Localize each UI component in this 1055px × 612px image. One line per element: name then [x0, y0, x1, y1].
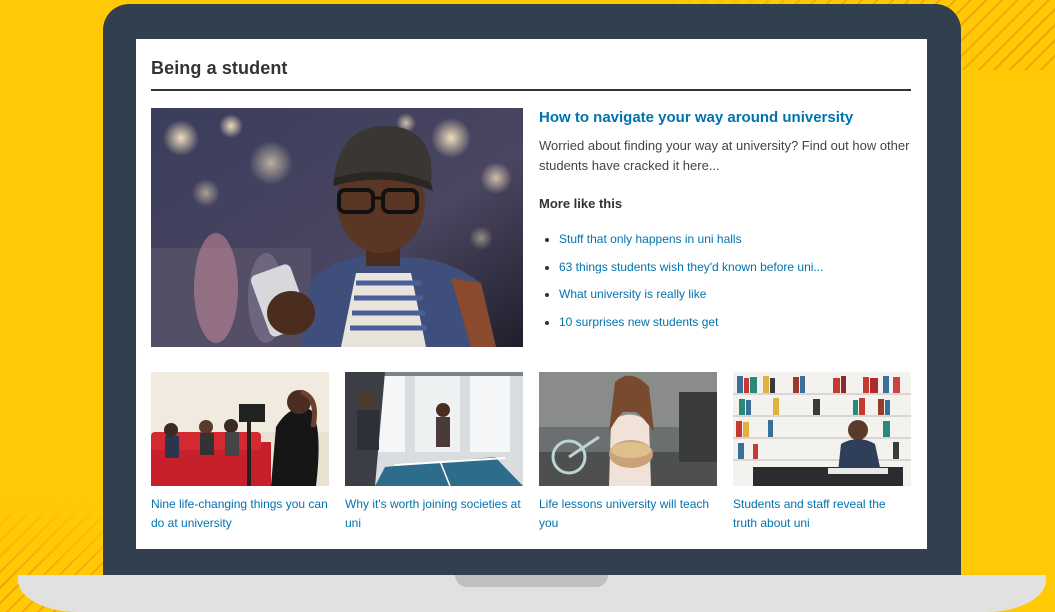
card-caption[interactable]: Why it's worth joining societies at uni: [345, 495, 523, 533]
more-link-10-surprises[interactable]: 10 surprises new students get: [539, 314, 911, 331]
section-divider: [151, 89, 911, 91]
card-image-student-eating[interactable]: [539, 372, 717, 486]
more-link-university-really-like[interactable]: What university is really like: [539, 286, 911, 303]
section-title: Being a student: [151, 58, 288, 78]
card-image-ping-pong[interactable]: [345, 372, 523, 486]
card-caption[interactable]: Students and staff reveal the truth abou…: [733, 495, 911, 533]
laptop-notch: [455, 575, 608, 587]
card-image-film-set[interactable]: [151, 372, 329, 486]
hero-article-description: Worried about finding your way at univer…: [539, 138, 910, 173]
article-card[interactable]: Students and staff reveal the truth abou…: [733, 372, 911, 533]
hero-article-title-link[interactable]: How to navigate your way around universi…: [539, 108, 911, 128]
more-like-this-heading: More like this: [539, 196, 623, 211]
more-link-uni-halls[interactable]: Stuff that only happens in uni halls: [539, 231, 911, 248]
more-link-63-things[interactable]: 63 things students wish they'd known bef…: [539, 259, 911, 276]
card-image-library[interactable]: [733, 372, 911, 486]
article-card[interactable]: Nine life-changing things you can do at …: [151, 372, 329, 533]
more-like-this-list: Stuff that only happens in uni halls 63 …: [539, 231, 911, 331]
article-card[interactable]: Life lessons university will teach you: [539, 372, 717, 533]
card-caption[interactable]: Nine life-changing things you can do at …: [151, 495, 329, 533]
hero-image-student-phone[interactable]: [151, 108, 523, 347]
article-card[interactable]: Why it's worth joining societies at uni: [345, 372, 523, 533]
card-caption[interactable]: Life lessons university will teach you: [539, 495, 717, 533]
hero-article: How to navigate your way around universi…: [539, 108, 911, 341]
laptop-screen: Being a student How to navigate your way…: [136, 39, 927, 549]
